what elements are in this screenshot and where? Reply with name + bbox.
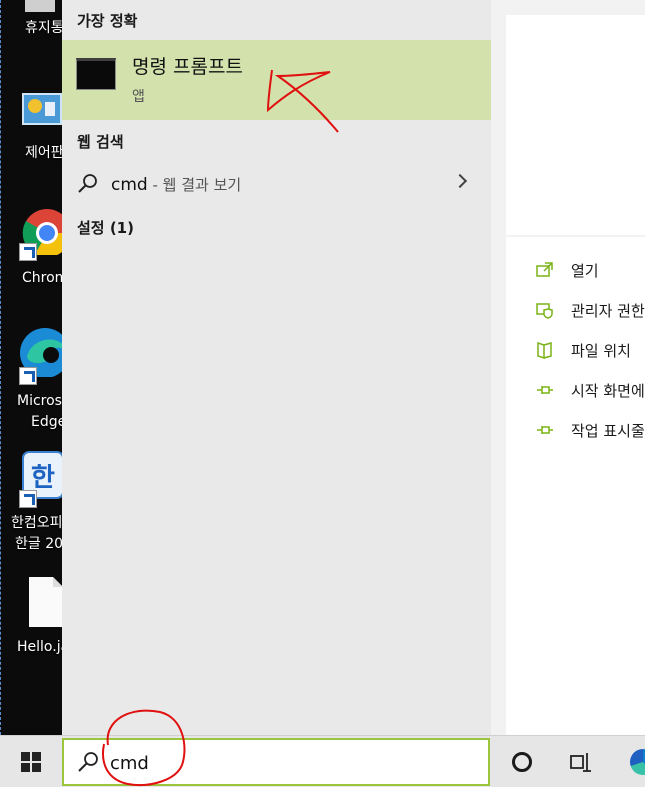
control-panel-icon <box>22 93 62 125</box>
web-search-header: 웹 검색 <box>77 133 124 151</box>
desktop-icon-label: 휴지통 <box>25 20 62 36</box>
desktop-icon-label: Hello.ja <box>17 639 62 655</box>
windows-logo-icon <box>32 763 41 772</box>
desktop-icon-label: Chrome <box>22 270 62 286</box>
cortana-icon[interactable] <box>512 752 532 772</box>
shortcut-arrow-icon <box>19 367 37 385</box>
search-icon <box>78 752 98 772</box>
desktop-icon-recycle-bin[interactable]: 휴지통 <box>1 0 62 50</box>
svg-text:한: 한 <box>31 463 55 493</box>
command-prompt-icon <box>76 58 116 90</box>
desktop-icon-control-panel[interactable]: 제어판 <box>1 92 62 167</box>
best-match-name: 명령 프롬프트 <box>132 56 243 78</box>
desktop-icon-file[interactable]: Hello.ja <box>1 575 62 660</box>
action-label: 작업 표시줄 <box>571 422 645 440</box>
desktop-icon-label: 한글 20 <box>15 536 62 552</box>
start-button[interactable] <box>21 752 41 772</box>
web-search-result[interactable]: cmd - 웹 결과 보기 <box>62 162 491 206</box>
best-match-kind: 앱 <box>132 89 145 105</box>
shortcut-arrow-icon <box>19 243 37 261</box>
desktop-icon-hancom[interactable]: 한 한컴오피 한글 20 <box>1 450 62 560</box>
action-label: 관리자 권한 <box>571 302 645 320</box>
chevron-right-icon[interactable] <box>452 173 468 189</box>
pin-icon <box>537 426 553 434</box>
best-match-header: 가장 정확 <box>77 12 138 30</box>
file-icon <box>29 577 62 627</box>
windows-logo-icon <box>21 752 30 761</box>
search-results-panel: 가장 정확 명령 프롬프트 앱 웹 검색 cmd - 웹 결과 보기 설정 (1… <box>62 0 491 735</box>
action-label: 시작 화면에 <box>571 382 645 400</box>
settings-header[interactable]: 설정 (1) <box>77 217 134 238</box>
desktop: 휴지통 제어판 Chrome Micros Edge <box>0 0 62 735</box>
task-view-icon[interactable] <box>569 750 593 774</box>
action-label: 파일 위치 <box>571 342 631 360</box>
taskbar-search-box[interactable] <box>62 738 490 786</box>
web-search-text: cmd - 웹 결과 보기 <box>111 174 241 195</box>
pin-icon <box>537 386 553 394</box>
desktop-icon-label: 제어판 <box>25 145 62 161</box>
desktop-icon-label: Edge <box>31 414 62 430</box>
recycle-bin-icon <box>25 0 55 12</box>
preview-panel: 열기 관리자 권한 파일 위치 시작 화면에 작업 표시줄 <box>491 0 645 735</box>
windows-logo-icon <box>21 763 30 772</box>
edge-taskbar-icon[interactable] <box>630 749 645 775</box>
open-icon <box>536 262 553 277</box>
desktop-icon-chrome[interactable]: Chrome <box>1 205 62 295</box>
taskbar <box>0 735 645 787</box>
file-location-icon <box>537 341 552 359</box>
action-label: 열기 <box>571 262 599 280</box>
action-list: 열기 관리자 권한 파일 위치 시작 화면에 작업 표시줄 <box>506 237 645 735</box>
shortcut-arrow-icon <box>19 490 37 508</box>
web-search-suffix: - 웹 결과 보기 <box>147 176 242 194</box>
best-match-result[interactable]: 명령 프롬프트 앱 <box>62 40 491 120</box>
desktop-icon-edge[interactable]: Micros Edge <box>1 325 62 435</box>
search-input[interactable] <box>110 751 470 775</box>
desktop-icon-label: 한컴오피 <box>11 515 62 531</box>
admin-shield-icon <box>536 303 553 319</box>
windows-logo-icon <box>32 752 41 761</box>
preview-card <box>506 15 645 235</box>
web-search-query: cmd <box>111 175 148 195</box>
desktop-icon-label: Micros <box>17 393 62 409</box>
search-icon <box>78 174 97 193</box>
